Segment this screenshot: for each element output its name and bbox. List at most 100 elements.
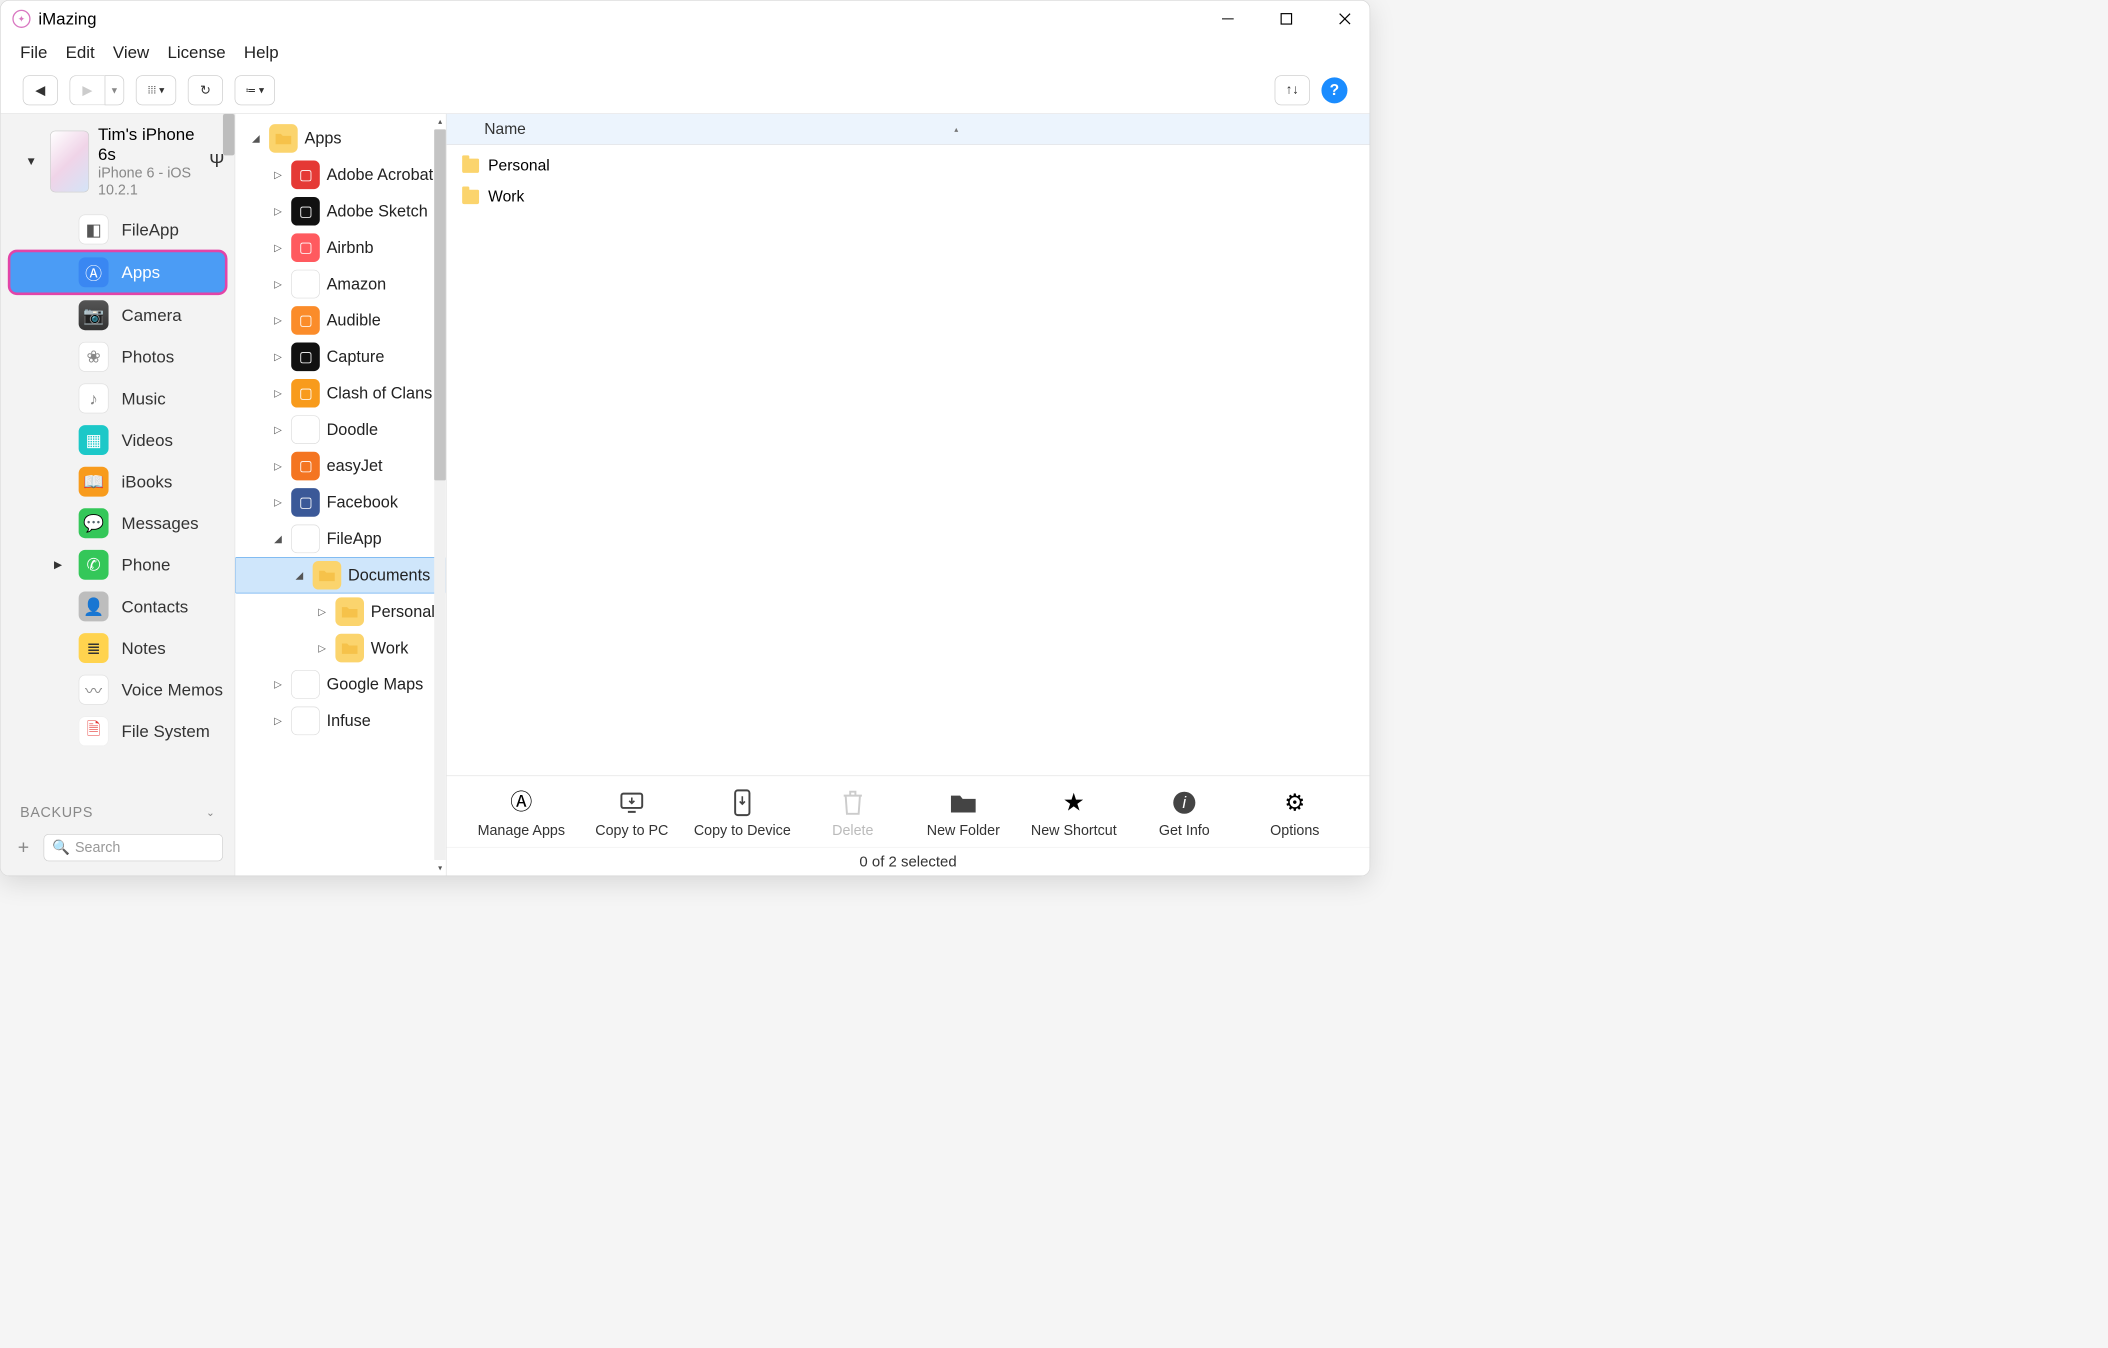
status-text: 0 of 2 selected xyxy=(859,853,956,871)
sidebar-item-notes[interactable]: ≣Notes xyxy=(1,627,235,669)
nav-history-dropdown[interactable]: ▼ xyxy=(105,75,125,105)
sidebar-item-contacts[interactable]: 👤Contacts xyxy=(1,586,235,628)
new-shortcut-icon: ★ xyxy=(1061,788,1087,817)
sidebar-scroll[interactable]: ▼ Tim's iPhone 6s iPhone 6 - iOS 10.2.1 … xyxy=(1,114,235,798)
backups-section-header[interactable]: BACKUPS ⌄ xyxy=(1,798,235,828)
sidebar-item-label: Messages xyxy=(122,513,199,533)
chevron-right-icon: ▷ xyxy=(271,460,285,472)
chevron-right-icon: ▷ xyxy=(271,387,285,399)
chevron-right-icon: ▷ xyxy=(271,205,285,217)
manage-apps-icon: Ⓐ xyxy=(507,788,536,817)
copy-to-pc-icon xyxy=(618,788,647,817)
sidebar-item-apps[interactable]: ⒶApps xyxy=(10,252,226,294)
content-panel: Name ▴ PersonalWork ⒶManage AppsCopy to … xyxy=(447,114,1370,876)
voicememos-icon: 〰 xyxy=(79,675,109,705)
sidebar-item-messages[interactable]: 💬 Messages xyxy=(1,502,235,544)
sidebar-scrollbar[interactable] xyxy=(223,114,235,156)
sidebar-item-phone[interactable]: ▶✆Phone xyxy=(1,544,235,586)
tree-app-infuse[interactable]: ▷▢Infuse xyxy=(236,703,446,739)
camera-icon: 📷 xyxy=(79,300,109,330)
folder-icon xyxy=(313,561,342,590)
svg-text:Ⓐ: Ⓐ xyxy=(510,789,532,813)
action-options[interactable]: ⚙Options xyxy=(1240,788,1351,839)
sidebar-item-label: Photos xyxy=(122,347,175,367)
menu-edit[interactable]: Edit xyxy=(66,42,95,62)
chevron-right-icon: ▷ xyxy=(271,497,285,509)
sidebar-item-videos[interactable]: ▦Videos xyxy=(1,419,235,461)
search-input[interactable]: 🔍 Search xyxy=(44,834,224,861)
menu-file[interactable]: File xyxy=(20,42,47,62)
tree-app-amazon[interactable]: ▷▢Amazon xyxy=(236,266,446,302)
tree-folder-work[interactable]: ▷Work xyxy=(236,630,446,666)
sort-options-button[interactable]: ≔ ▾ xyxy=(235,75,275,105)
get-info-icon: i xyxy=(1171,788,1197,817)
sidebar-item-ibooks[interactable]: 📖iBooks xyxy=(1,461,235,503)
messages-icon: 💬 xyxy=(79,508,109,538)
music-icon: ♪ xyxy=(79,384,109,414)
tree-folder-documents[interactable]: ◢Documents xyxy=(236,557,446,593)
app-icon: ▢ xyxy=(291,452,320,481)
app-icon: ▢ xyxy=(291,670,320,699)
action-get-info[interactable]: iGet Info xyxy=(1129,788,1240,839)
tree-app-airbnb[interactable]: ▷▢Airbnb xyxy=(236,229,446,265)
minimize-button[interactable] xyxy=(1215,6,1241,32)
svg-text:⚙: ⚙ xyxy=(1284,789,1305,815)
chevron-right-icon: ▷ xyxy=(271,242,285,254)
action-copy-to-device[interactable]: Copy to Device xyxy=(687,788,798,839)
tree-app-clash-of-clans[interactable]: ▷▢Clash of Clans xyxy=(236,375,446,411)
add-button[interactable]: + xyxy=(12,837,34,859)
new-folder-icon xyxy=(948,788,978,817)
action-delete: Delete xyxy=(798,788,909,839)
app-icon: ▢ xyxy=(291,270,320,299)
sidebar: ▼ Tim's iPhone 6s iPhone 6 - iOS 10.2.1 … xyxy=(1,114,236,876)
search-placeholder: Search xyxy=(75,839,120,856)
maximize-button[interactable] xyxy=(1273,6,1299,32)
action-new-folder[interactable]: New Folder xyxy=(908,788,1019,839)
tree-app-easyjet[interactable]: ▷▢easyJet xyxy=(236,448,446,484)
device-name: Tim's iPhone 6s xyxy=(98,124,200,164)
tree-app-facebook[interactable]: ▷▢Facebook xyxy=(236,484,446,520)
transfer-button[interactable]: ↑↓ xyxy=(1275,75,1310,105)
list-header[interactable]: Name ▴ xyxy=(447,114,1370,145)
list-item-personal[interactable]: Personal xyxy=(447,150,1370,181)
chevron-down-icon: ▼ xyxy=(25,154,37,168)
scroll-down-icon[interactable]: ▾ xyxy=(434,860,446,876)
apps-icon: Ⓐ xyxy=(79,257,109,287)
action-label: New Folder xyxy=(927,822,1000,839)
sidebar-item-file-system[interactable]: 🗎File System xyxy=(1,710,235,752)
action-new-shortcut[interactable]: ★New Shortcut xyxy=(1019,788,1129,839)
scroll-up-icon[interactable]: ▴ xyxy=(434,114,446,130)
menu-view[interactable]: View xyxy=(113,42,149,62)
action-copy-to-pc[interactable]: Copy to PC xyxy=(577,788,688,839)
list-item-work[interactable]: Work xyxy=(447,181,1370,212)
tree-app-capture[interactable]: ▷▢Capture xyxy=(236,339,446,375)
tree-folder-personal[interactable]: ▷Personal xyxy=(236,593,446,629)
sidebar-item-voice-memos[interactable]: 〰Voice Memos xyxy=(1,669,235,711)
tree-app-adobe-acrobat[interactable]: ▷▢Adobe Acrobat xyxy=(236,157,446,193)
nav-forward-button[interactable]: ▶ xyxy=(70,75,105,105)
app-icon: ▢ xyxy=(291,161,320,190)
sidebar-item-music[interactable]: ♪Music xyxy=(1,378,235,420)
sidebar-item-photos[interactable]: ❀Photos xyxy=(1,336,235,378)
tree-root-apps[interactable]: ◢Apps xyxy=(236,120,446,156)
help-button[interactable]: ? xyxy=(1321,77,1347,103)
menu-help[interactable]: Help xyxy=(244,42,279,62)
sidebar-item-camera[interactable]: 📷Camera xyxy=(1,294,235,336)
folder-icon xyxy=(336,597,365,626)
tree-app-fileapp[interactable]: ◢▢FileApp xyxy=(236,521,446,557)
tree-app-google-maps[interactable]: ▷▢Google Maps xyxy=(236,666,446,702)
action-manage-apps[interactable]: ⒶManage Apps xyxy=(466,788,577,839)
refresh-button[interactable]: ↻ xyxy=(188,75,223,105)
chevron-right-icon: ▷ xyxy=(271,351,285,363)
tree-app-doodle[interactable]: ▷▢Doodle xyxy=(236,411,446,447)
sidebar-item-fileapp[interactable]: ◧FileApp xyxy=(1,209,235,251)
tree-label: Facebook xyxy=(327,493,398,512)
close-button[interactable] xyxy=(1332,6,1358,32)
menu-license[interactable]: License xyxy=(167,42,225,62)
tree-app-audible[interactable]: ▷▢Audible xyxy=(236,302,446,338)
nav-back-button[interactable]: ◀ xyxy=(23,75,58,105)
tree-app-adobe-sketch[interactable]: ▷▢Adobe Sketch xyxy=(236,193,446,229)
view-mode-button[interactable]: ⁞⁞⁞ ▾ xyxy=(136,75,176,105)
tree-scrollbar[interactable]: ▴ ▾ xyxy=(434,114,446,876)
device-header[interactable]: ▼ Tim's iPhone 6s iPhone 6 - iOS 10.2.1 … xyxy=(1,114,235,209)
